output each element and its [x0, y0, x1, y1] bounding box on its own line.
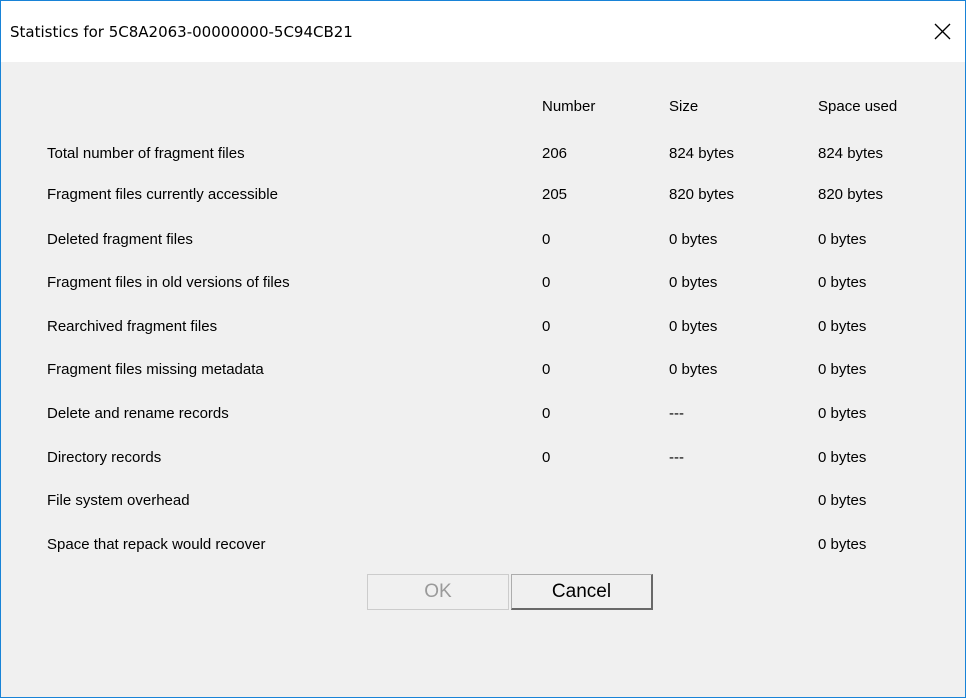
- table-row: Rearchived fragment files 0 0 bytes 0 by…: [47, 318, 947, 338]
- close-icon: [934, 23, 951, 40]
- header-number: Number: [542, 98, 596, 115]
- close-button[interactable]: [919, 11, 965, 55]
- table-header: Number Size Space used: [47, 98, 947, 118]
- row-label: Space that repack would recover: [47, 536, 266, 553]
- row-label: Fragment files currently accessible: [47, 186, 278, 203]
- row-size: 824 bytes: [669, 145, 735, 162]
- row-number: 0: [542, 405, 551, 422]
- row-space-used: 0 bytes: [818, 449, 867, 466]
- row-space-used: 0 bytes: [818, 231, 867, 248]
- row-number: 0: [542, 449, 551, 466]
- row-label: Delete and rename records: [47, 405, 229, 422]
- row-label: File system overhead: [47, 492, 190, 509]
- row-number: 0: [542, 318, 551, 335]
- row-label: Directory records: [47, 449, 162, 466]
- row-number: 0: [542, 361, 551, 378]
- row-number: 0: [542, 274, 551, 291]
- table-row: Deleted fragment files 0 0 bytes 0 bytes: [47, 231, 947, 251]
- table-row: File system overhead 0 bytes: [47, 492, 947, 512]
- row-label: Total number of fragment files: [47, 145, 245, 162]
- row-number: 205: [542, 186, 568, 203]
- header-size: Size: [669, 98, 699, 115]
- row-size: 0 bytes: [669, 318, 718, 335]
- button-bar: OK Cancel: [1, 574, 965, 614]
- table-row: Delete and rename records 0 --- 0 bytes: [47, 405, 947, 425]
- row-space-used: 0 bytes: [818, 318, 867, 335]
- table-row: Total number of fragment files 206 824 b…: [47, 145, 947, 165]
- title-bar: Statistics for 5C8A2063-00000000-5C94CB2…: [1, 1, 965, 62]
- row-label: Rearchived fragment files: [47, 318, 218, 335]
- row-label: Fragment files in old versions of files: [47, 274, 290, 291]
- row-space-used: 0 bytes: [818, 361, 867, 378]
- row-space-used: 824 bytes: [818, 145, 884, 162]
- row-space-used: 0 bytes: [818, 405, 867, 422]
- row-number: 0: [542, 231, 551, 248]
- row-space-used: 0 bytes: [818, 274, 867, 291]
- row-space-used: 0 bytes: [818, 536, 867, 553]
- table-row: Fragment files in old versions of files …: [47, 274, 947, 294]
- table-row: Fragment files currently accessible 205 …: [47, 186, 947, 206]
- table-row: Space that repack would recover 0 bytes: [47, 536, 947, 556]
- row-label: Fragment files missing metadata: [47, 361, 264, 378]
- table-row: Fragment files missing metadata 0 0 byte…: [47, 361, 947, 381]
- dialog-title: Statistics for 5C8A2063-00000000-5C94CB2…: [10, 23, 353, 41]
- header-space-used: Space used: [818, 98, 898, 115]
- row-size: 820 bytes: [669, 186, 735, 203]
- cancel-button[interactable]: Cancel: [511, 574, 653, 610]
- row-space-used: 820 bytes: [818, 186, 884, 203]
- row-size: 0 bytes: [669, 274, 718, 291]
- row-space-used: 0 bytes: [818, 492, 867, 509]
- row-label: Deleted fragment files: [47, 231, 193, 248]
- dialog-content: Number Size Space used Total number of f…: [1, 62, 965, 697]
- ok-button[interactable]: OK: [367, 574, 509, 610]
- row-size: ---: [669, 449, 684, 466]
- row-size: ---: [669, 405, 684, 422]
- row-number: 206: [542, 145, 568, 162]
- row-size: 0 bytes: [669, 231, 718, 248]
- row-size: 0 bytes: [669, 361, 718, 378]
- statistics-dialog: Statistics for 5C8A2063-00000000-5C94CB2…: [0, 0, 966, 698]
- table-row: Directory records 0 --- 0 bytes: [47, 449, 947, 469]
